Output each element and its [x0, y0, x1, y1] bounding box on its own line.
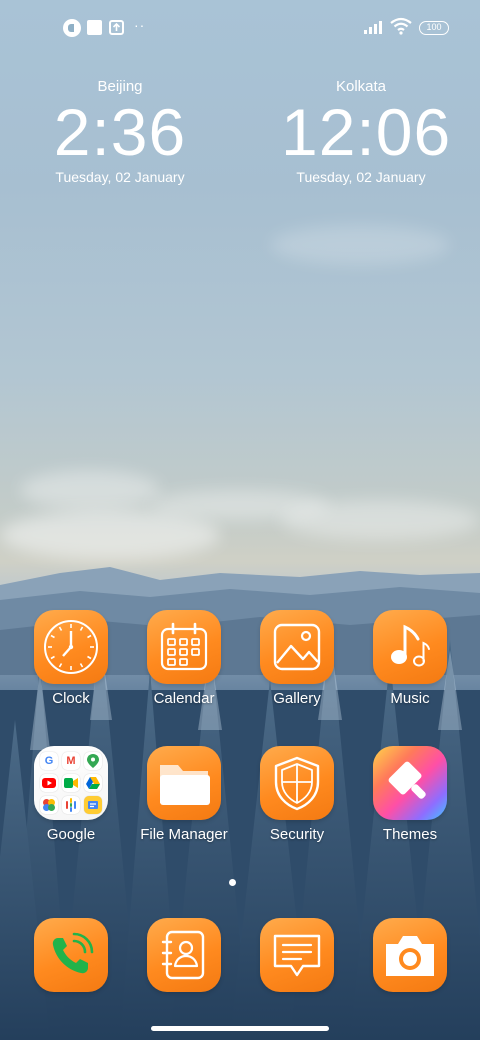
- app-security[interactable]: Security: [242, 746, 352, 843]
- app-file-manager[interactable]: File Manager: [129, 746, 239, 843]
- app-clock[interactable]: Clock: [16, 610, 126, 707]
- app-label: Gallery: [273, 690, 321, 707]
- app-label: Security: [269, 826, 325, 843]
- gmail-icon: M: [62, 752, 80, 770]
- app-gallery[interactable]: Gallery: [242, 610, 352, 707]
- news-icon: [84, 796, 102, 814]
- square-notification-icon: [87, 20, 102, 35]
- podcasts-icon: [62, 796, 80, 814]
- google-g-icon: G: [40, 752, 58, 770]
- app-label: Clock: [52, 690, 90, 707]
- photos-icon: [40, 796, 58, 814]
- status-bar: ·· 100: [0, 0, 480, 56]
- youtube-icon: [40, 774, 58, 792]
- app-label: File Manager: [140, 826, 228, 843]
- dock-camera[interactable]: [355, 918, 465, 992]
- music-icon: [373, 610, 447, 684]
- shield-icon: [260, 746, 334, 820]
- battery-icon: 100: [419, 21, 449, 35]
- clock-widget-beijing[interactable]: Beijing 2:36 Tuesday, 02 January: [40, 78, 200, 185]
- app-music[interactable]: Music: [355, 610, 465, 707]
- clock-time: 2:36: [53, 95, 187, 169]
- dock-messages[interactable]: [242, 918, 352, 992]
- camera-icon: [373, 918, 447, 992]
- app-label: Google: [46, 826, 96, 843]
- app-label: Themes: [382, 826, 438, 843]
- drive-icon: [84, 774, 102, 792]
- clock-widget-kolkata[interactable]: Kolkata 12:06 Tuesday, 02 January: [281, 78, 452, 185]
- clock-time: 12:06: [281, 95, 452, 169]
- messages-icon: [260, 918, 334, 992]
- dock-contacts[interactable]: [129, 918, 239, 992]
- clock-city: Kolkata: [335, 78, 387, 95]
- home-gesture-bar[interactable]: [151, 1026, 329, 1031]
- clock-date: Tuesday, 02 January: [296, 169, 426, 185]
- themes-brush-icon: [373, 746, 447, 820]
- clock-date: Tuesday, 02 January: [55, 169, 185, 185]
- app-label: Calendar: [153, 690, 215, 707]
- page-indicator-dot: [229, 879, 236, 886]
- wifi-icon: [390, 17, 412, 35]
- app-themes[interactable]: Themes: [355, 746, 465, 843]
- contacts-icon: [147, 918, 221, 992]
- meet-icon: [62, 774, 80, 792]
- app-notification-icon: [63, 19, 81, 37]
- app-calendar[interactable]: Calendar: [129, 610, 239, 707]
- gallery-icon: [260, 610, 334, 684]
- dock-phone[interactable]: [16, 918, 126, 992]
- signal-icon: [364, 21, 382, 34]
- clock-icon: [34, 610, 108, 684]
- upload-icon: [109, 20, 124, 35]
- app-google-folder[interactable]: G M Google: [16, 746, 126, 843]
- google-folder-icon: G M: [34, 746, 108, 820]
- phone-icon: [34, 918, 108, 992]
- calendar-icon: [147, 610, 221, 684]
- clock-city: Beijing: [97, 78, 143, 95]
- app-label: Music: [390, 690, 430, 707]
- maps-icon: [84, 752, 102, 770]
- more-dots-icon: ··: [134, 17, 146, 33]
- folder-icon: [147, 746, 221, 820]
